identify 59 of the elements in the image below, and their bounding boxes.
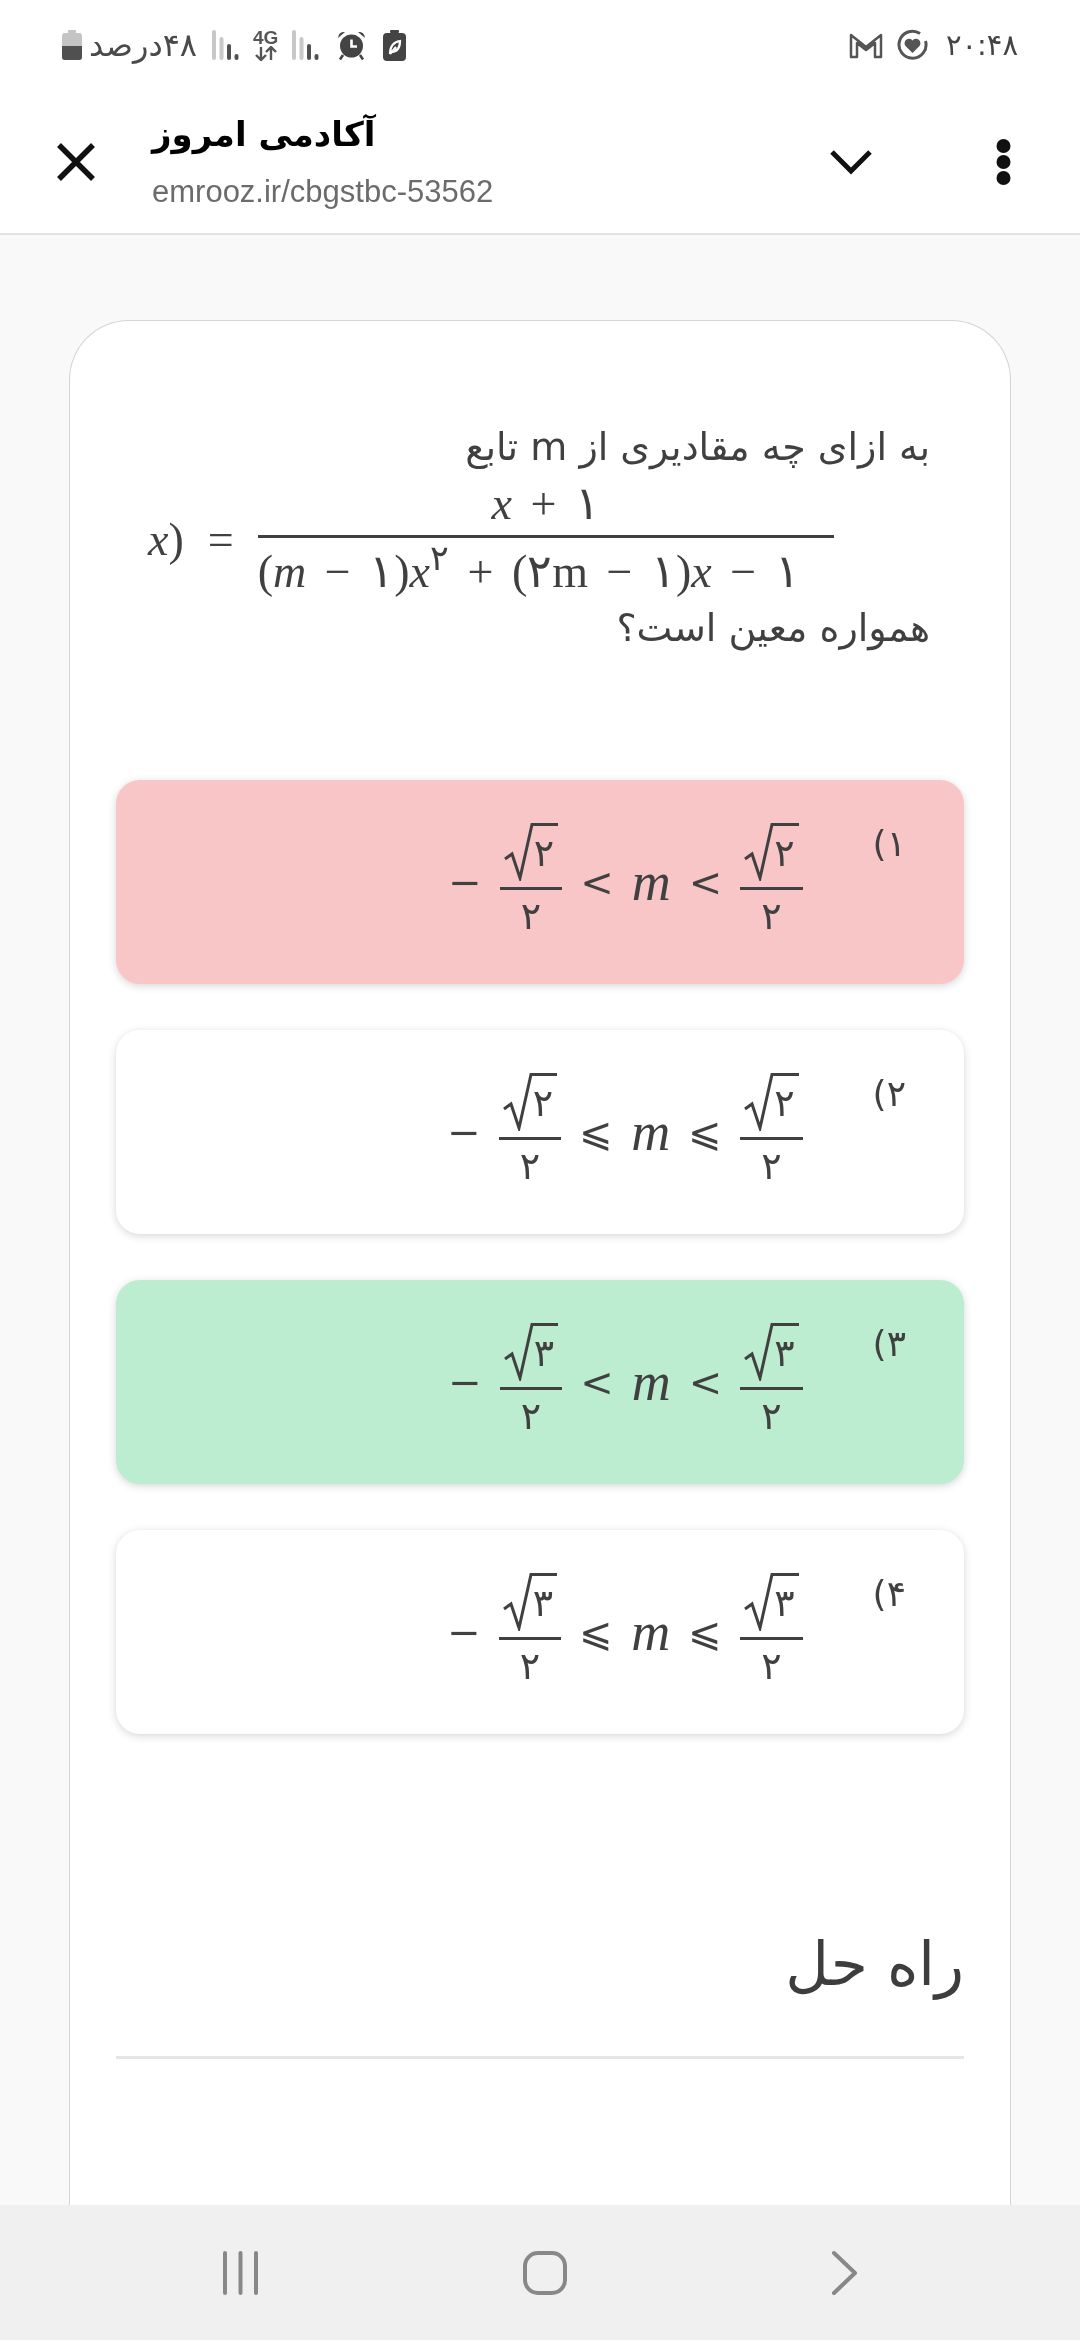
- option-number: ۴): [872, 1572, 906, 1616]
- math-operator: <: [688, 1362, 723, 1402]
- fraction-denominator: ۲: [760, 1642, 783, 1690]
- math-operator: =: [207, 514, 234, 565]
- signal-icon: [212, 30, 240, 60]
- radicand: ۳: [774, 1322, 799, 1381]
- battery-leaf-icon: [383, 29, 407, 61]
- fraction-denominator: ۲: [519, 892, 543, 940]
- radicand: ۳: [774, 1572, 799, 1631]
- three-bars-icon[interactable]: [222, 2250, 259, 2295]
- fraction-denominator: ۲: [519, 1392, 543, 1440]
- math-operator: −: [448, 862, 482, 902]
- math-operator: ⩽: [688, 1612, 723, 1652]
- radicand: ۲: [533, 822, 559, 881]
- heart-circle-icon: [895, 28, 929, 62]
- math-operator: −: [447, 1112, 481, 1152]
- fraction-denominator: ۲: [518, 1642, 542, 1690]
- radicand: ۲: [532, 1072, 558, 1131]
- math-variable: m: [631, 855, 671, 909]
- rounded-square-icon[interactable]: [523, 2250, 567, 2295]
- fraction-denominator: ۲: [760, 1392, 783, 1440]
- fraction-denominator: ۲: [760, 1142, 783, 1190]
- radicand: ۳: [532, 1572, 558, 1631]
- math-variable: m: [631, 1105, 671, 1159]
- fraction-denominator: ۲: [760, 892, 783, 940]
- option-number: ۳): [872, 1322, 906, 1366]
- close-icon[interactable]: [56, 141, 96, 182]
- alarm-clock-icon: [336, 29, 368, 61]
- math-operator: ⩽: [579, 1112, 614, 1152]
- math-operator: −: [447, 1612, 481, 1652]
- math-variable: m: [631, 1605, 671, 1659]
- math-operator: <: [580, 862, 614, 902]
- radicand: ۳: [533, 1322, 559, 1381]
- network-type: 4G: [253, 29, 279, 46]
- question-text: به ازای چه مقادیری از m تابع: [464, 424, 930, 472]
- three-dots-icon[interactable]: [995, 137, 1012, 186]
- chevron-right-icon[interactable]: [831, 2249, 858, 2296]
- status-time: ۲۰:۴۸: [945, 30, 1018, 60]
- math-operator: <: [580, 1362, 614, 1402]
- math-operator: ⩽: [579, 1612, 614, 1652]
- page-url: emrooz.ir/cbgstbc-53562: [152, 172, 494, 211]
- battery-icon: [61, 30, 83, 60]
- math-operator: −: [448, 1362, 482, 1402]
- formula-text: x): [148, 514, 184, 565]
- page-title: آکادمی امروز: [152, 112, 376, 156]
- math-variable: m: [631, 1355, 671, 1409]
- chevron-down-icon[interactable]: [829, 147, 873, 176]
- radicand: ۲: [774, 822, 799, 881]
- radicand: ۲: [774, 1072, 799, 1131]
- option-number: ۱): [872, 822, 906, 866]
- signal-icon: [292, 30, 320, 60]
- option-number: ۲): [872, 1072, 906, 1116]
- math-operator: <: [688, 862, 723, 902]
- mail-logo-icon: [847, 31, 884, 59]
- math-operator: ⩽: [688, 1112, 723, 1152]
- data-arrows-icon: [253, 45, 278, 61]
- fraction-denominator: ۲: [518, 1142, 542, 1190]
- question-text: همواره معین است؟: [615, 605, 930, 653]
- section-heading: راه حل: [784, 1928, 964, 2002]
